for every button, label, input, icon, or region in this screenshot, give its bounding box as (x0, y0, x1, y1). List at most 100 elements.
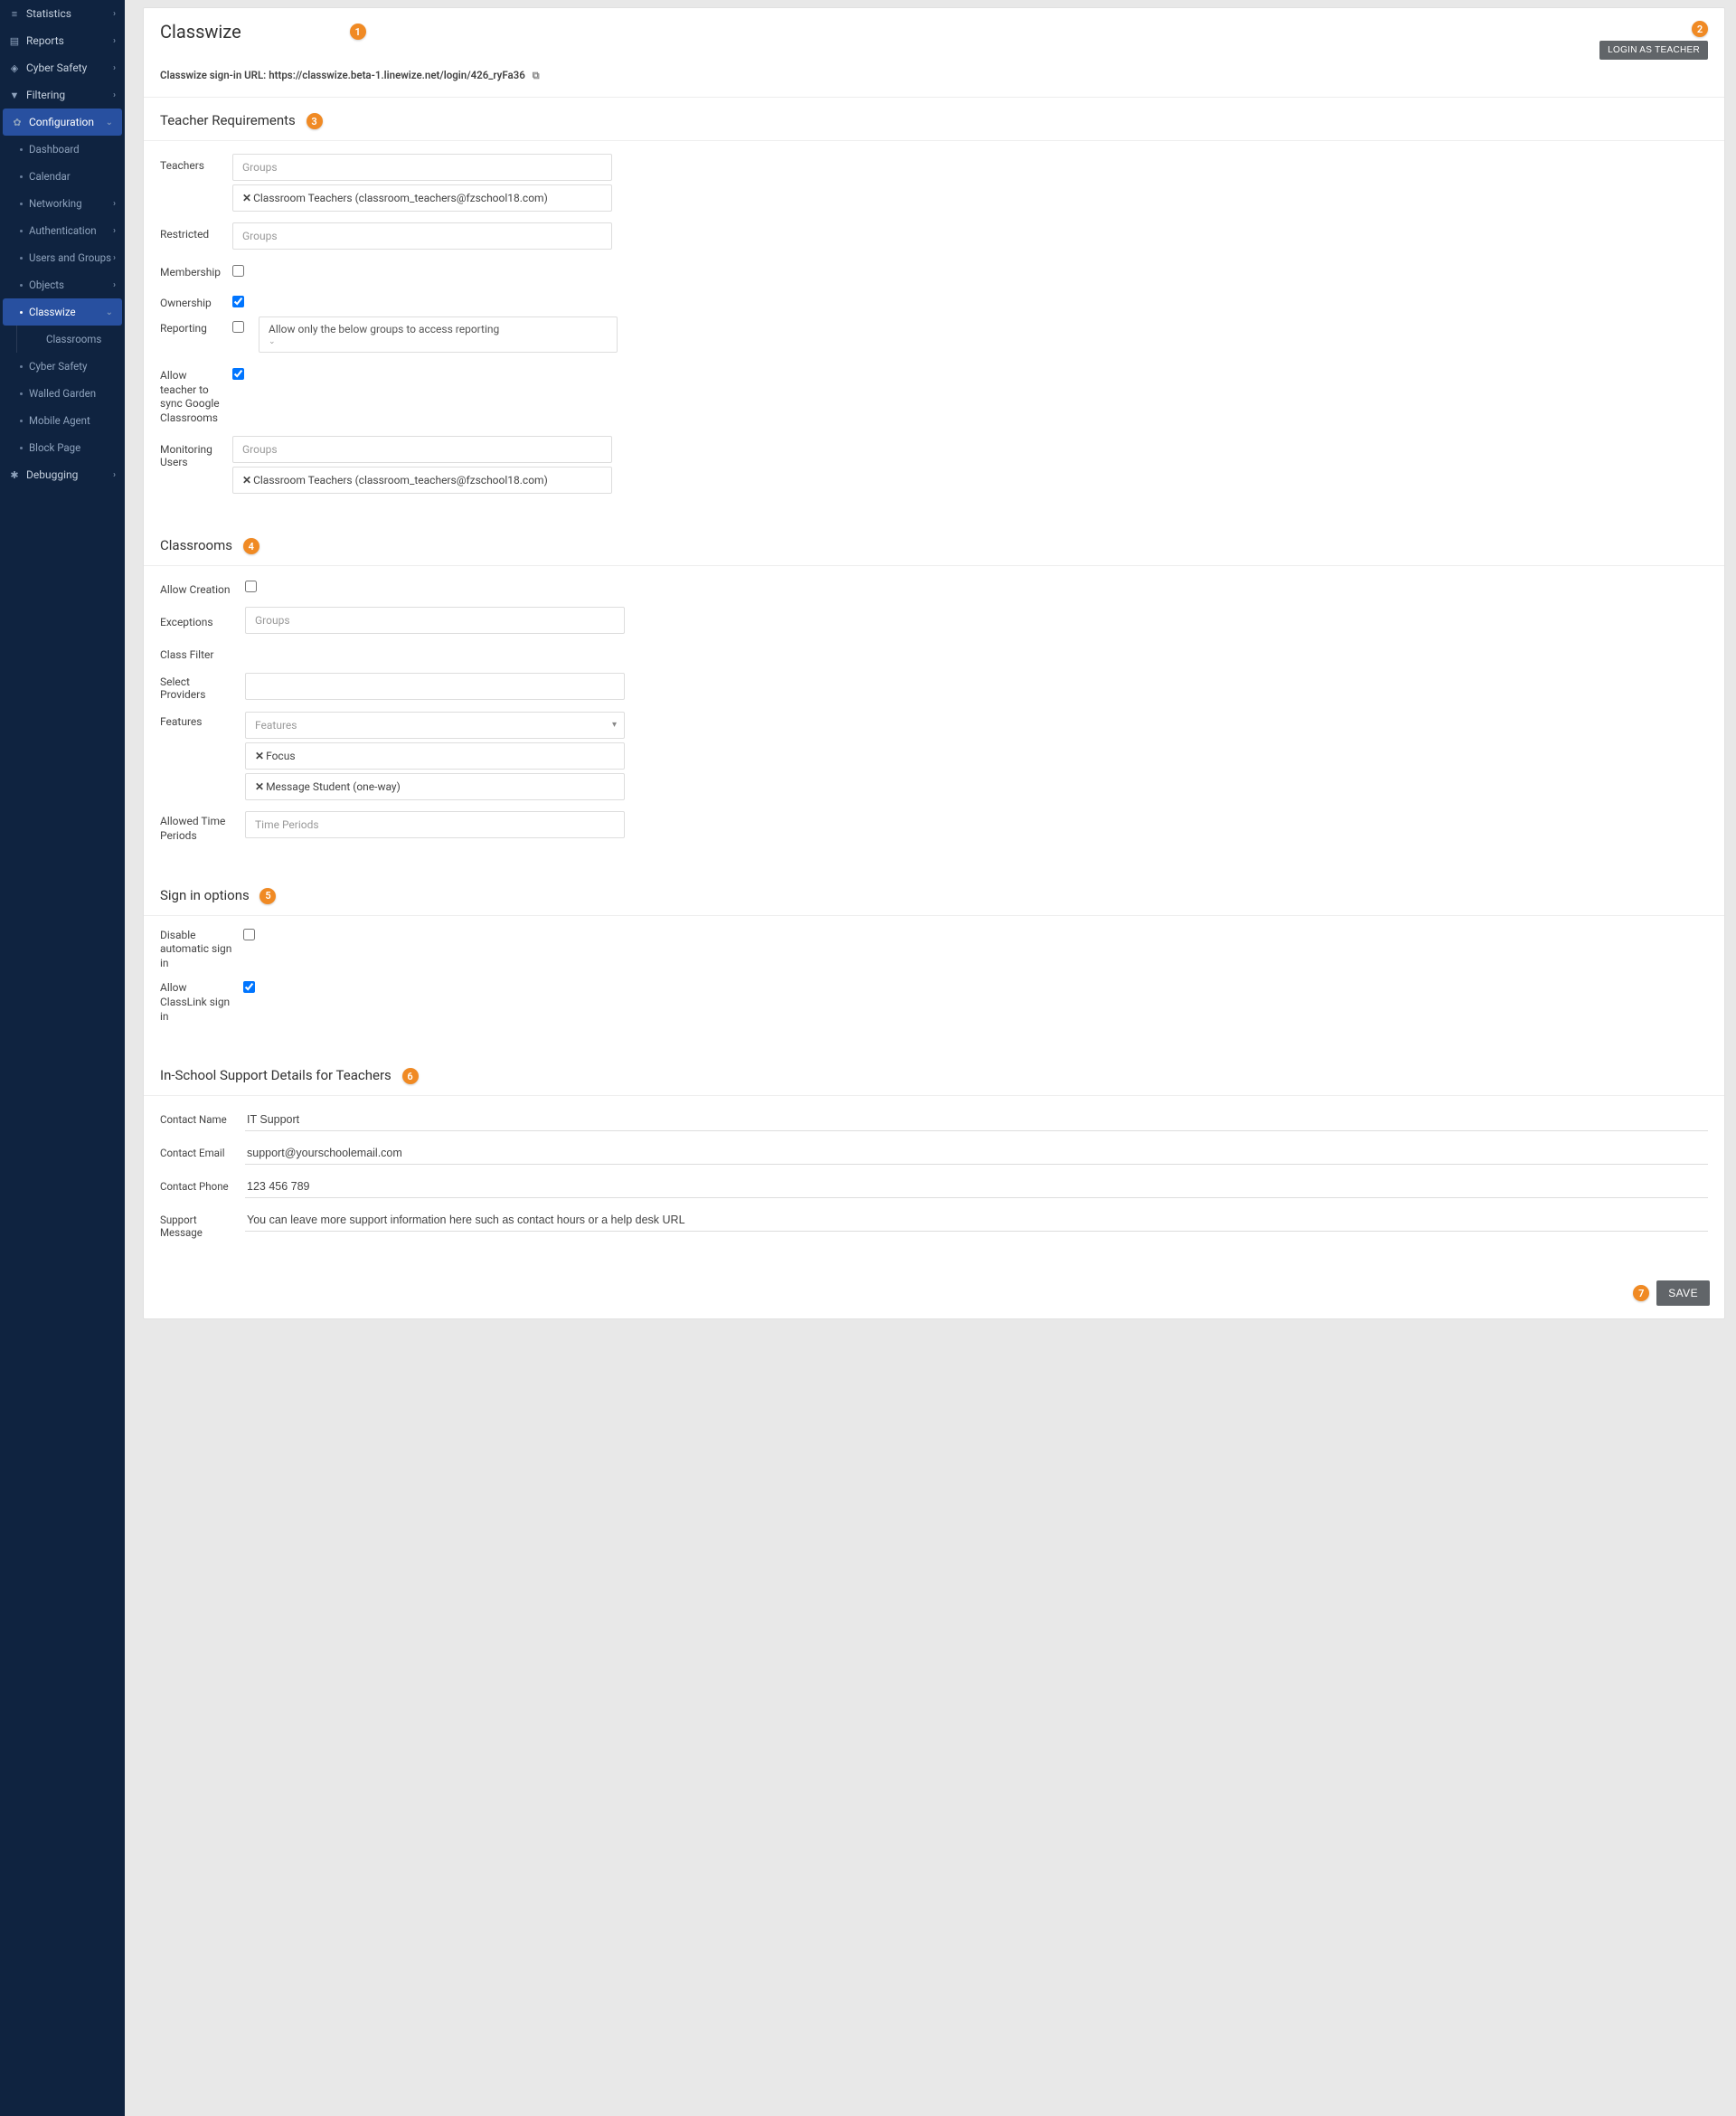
annotation-marker-6: 6 (402, 1068, 419, 1084)
sidebar-item-label: Classrooms (46, 333, 101, 345)
ownership-label: Ownership (160, 291, 223, 309)
sidebar-item-label: Networking (29, 197, 82, 210)
sidebar-item-networking[interactable]: Networking › (0, 190, 125, 217)
chevron-right-icon: › (113, 36, 116, 46)
reporting-label: Reporting (160, 316, 223, 335)
sidebar-item-cybersafety-sub[interactable]: Cyber Safety (0, 353, 125, 380)
signin-url-value: https://classwize.beta-1.linewize.net/lo… (269, 69, 525, 81)
teacher-req-body: Teachers Groups ✕Classroom Teachers (cla… (144, 141, 1724, 523)
sidebar-item-label: Configuration (29, 116, 94, 128)
sidebar-item-statistics[interactable]: ≡Statistics › (0, 0, 125, 27)
sidebar-item-label: Filtering (26, 89, 65, 101)
page-title: Classwize (160, 21, 241, 43)
restricted-groups-input[interactable]: Groups (232, 222, 612, 250)
sidebar-item-dashboard[interactable]: Dashboard (0, 136, 125, 163)
contact-phone-input[interactable] (245, 1176, 1708, 1198)
support-body: Contact Name Contact Email Contact Phone… (144, 1096, 1724, 1268)
shield-icon: ◈ (9, 62, 20, 73)
disable-auto-checkbox[interactable] (243, 929, 255, 940)
signin-body: Disable automatic sign in Allow ClassLin… (144, 916, 1724, 1053)
contact-email-label: Contact Email (160, 1142, 236, 1159)
remove-tag-icon[interactable]: ✕ (242, 474, 251, 486)
dot-icon (20, 420, 23, 422)
sidebar-item-label: Classwize (29, 306, 76, 318)
time-periods-input[interactable]: Time Periods (245, 811, 625, 838)
dot-icon (20, 365, 23, 368)
sidebar-item-authentication[interactable]: Authentication› (0, 217, 125, 244)
chevron-right-icon: › (113, 226, 116, 236)
feature-tag-message[interactable]: ✕Message Student (one-way) (245, 773, 625, 800)
sidebar-item-label: Statistics (26, 7, 71, 20)
contact-email-input[interactable] (245, 1142, 1708, 1165)
section-title-teacher-req: Teacher Requirements 3 (144, 98, 1724, 141)
classlink-checkbox[interactable] (243, 981, 255, 993)
support-msg-input[interactable] (245, 1209, 1708, 1232)
chevron-right-icon: › (113, 63, 116, 73)
features-select[interactable]: Features▾ (245, 712, 625, 739)
chevron-right-icon: › (113, 90, 116, 100)
sidebar-item-usersgroups[interactable]: Users and Groups› (0, 244, 125, 271)
ownership-checkbox[interactable] (232, 296, 244, 307)
dot-icon (20, 311, 23, 314)
chevron-right-icon: › (113, 9, 116, 19)
teachers-groups-input[interactable]: Groups (232, 154, 612, 181)
feature-tag-focus[interactable]: ✕Focus (245, 742, 625, 770)
reporting-note-box[interactable]: Allow only the below groups to access re… (259, 316, 618, 353)
contact-name-label: Contact Name (160, 1109, 236, 1126)
section-title-signin: Sign in options 5 (144, 873, 1724, 916)
class-filter-label: Class Filter (160, 645, 236, 661)
annotation-marker-1: 1 (350, 24, 366, 40)
login-as-teacher-button[interactable]: LOGIN AS TEACHER (1599, 41, 1708, 60)
monitoring-tag[interactable]: ✕Classroom Teachers (classroom_teachers@… (232, 467, 612, 494)
sidebar-item-filtering[interactable]: ▼Filtering › (0, 81, 125, 109)
bug-icon: ✱ (9, 469, 20, 480)
allow-creation-checkbox[interactable] (245, 581, 257, 592)
classlink-label: Allow ClassLink sign in (160, 981, 234, 1024)
sidebar-item-blockpage[interactable]: Block Page (0, 434, 125, 461)
sidebar-item-mobileagent[interactable]: Mobile Agent (0, 407, 125, 434)
sidebar-item-cybersafety[interactable]: ◈Cyber Safety › (0, 54, 125, 81)
contact-name-input[interactable] (245, 1109, 1708, 1131)
disable-auto-label: Disable automatic sign in (160, 929, 234, 971)
sidebar-item-debugging[interactable]: ✱Debugging › (0, 461, 125, 488)
sidebar-item-label: Users and Groups (29, 251, 111, 264)
remove-tag-icon[interactable]: ✕ (242, 192, 251, 204)
contact-phone-label: Contact Phone (160, 1176, 236, 1193)
exceptions-input[interactable]: Groups (245, 607, 625, 634)
monitoring-groups-input[interactable]: Groups (232, 436, 612, 463)
copy-icon[interactable]: ⧉ (533, 70, 540, 81)
sidebar-item-walledgarden[interactable]: Walled Garden (0, 380, 125, 407)
annotation-marker-2: 2 (1692, 21, 1708, 37)
sidebar-item-calendar[interactable]: Calendar (0, 163, 125, 190)
sidebar-item-classwize[interactable]: Classwize⌄ (3, 298, 122, 326)
features-label: Features (160, 712, 236, 728)
allow-sync-checkbox[interactable] (232, 368, 244, 380)
providers-input[interactable] (245, 673, 625, 700)
signin-url-label: Classwize sign-in URL: (160, 69, 269, 81)
teachers-label: Teachers (160, 154, 223, 172)
remove-tag-icon[interactable]: ✕ (255, 780, 264, 793)
main-content: Classwize 1 2 LOGIN AS TEACHER Classwize… (125, 0, 1736, 2116)
teachers-tag[interactable]: ✕Classroom Teachers (classroom_teachers@… (232, 184, 612, 212)
exceptions-label: Exceptions (160, 612, 236, 628)
annotation-marker-7: 7 (1633, 1285, 1649, 1301)
chevron-right-icon: › (113, 199, 116, 209)
chevron-right-icon: › (113, 470, 116, 480)
sidebar-item-reports[interactable]: ▤Reports › (0, 27, 125, 54)
reporting-checkbox[interactable] (232, 321, 244, 333)
sidebar-item-label: Walled Garden (29, 387, 96, 400)
sidebar-item-objects[interactable]: Objects› (0, 271, 125, 298)
dot-icon (20, 392, 23, 395)
save-button[interactable]: SAVE (1656, 1280, 1710, 1306)
sidebar-item-label: Objects (29, 279, 64, 291)
remove-tag-icon[interactable]: ✕ (255, 750, 264, 762)
sidebar-item-classrooms[interactable]: Classrooms (16, 326, 125, 353)
dot-icon (20, 230, 23, 232)
dot-icon (20, 284, 23, 287)
membership-label: Membership (160, 260, 223, 279)
signin-url-row: Classwize sign-in URL: https://classwize… (160, 69, 1708, 82)
monitoring-label: Monitoring Users (160, 436, 223, 468)
membership-checkbox[interactable] (232, 265, 244, 277)
chevron-down-icon: ▾ (612, 720, 617, 730)
sidebar-item-configuration[interactable]: ✿Configuration ⌄ (3, 109, 122, 136)
